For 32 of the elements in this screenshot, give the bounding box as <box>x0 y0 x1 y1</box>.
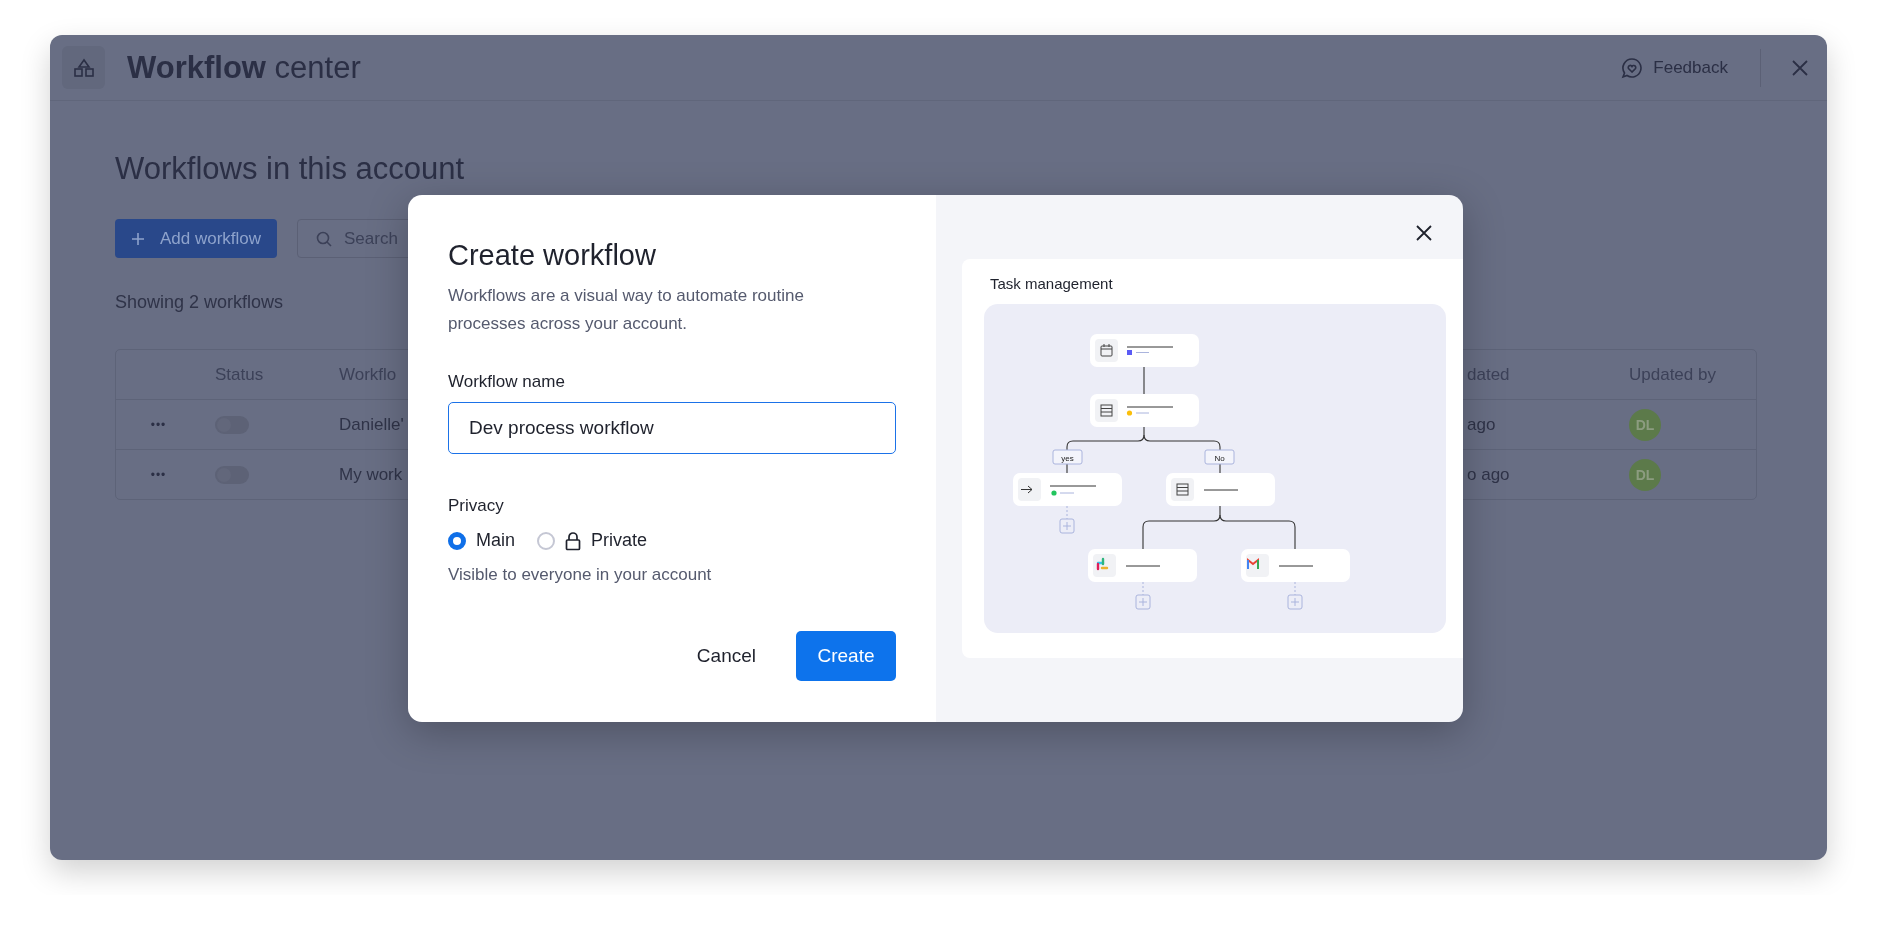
updated-time: ago <box>1467 414 1496 435</box>
search-icon <box>316 230 332 247</box>
dialog-title: Create workflow <box>448 239 657 272</box>
more-options-button[interactable]: ••• <box>150 417 167 432</box>
shapes-icon <box>72 57 95 78</box>
radio-button[interactable] <box>448 531 466 550</box>
field-label: Privacy <box>448 496 505 516</box>
more-options-button[interactable]: ••• <box>150 467 167 482</box>
privacy-radio-option[interactable]: Private <box>537 530 648 551</box>
field-label: Workflow name <box>448 372 566 392</box>
app-title: Workflow center <box>127 49 361 86</box>
page-heading: Workflows in this account <box>115 151 465 187</box>
create-button[interactable]: Create <box>796 631 896 681</box>
privacy-hint: Visible to everyone in your account <box>448 565 713 585</box>
radio-button[interactable] <box>537 531 555 550</box>
branch-label: yes <box>1061 453 1074 463</box>
cancel-button[interactable]: Cancel <box>676 631 776 681</box>
feedback-button[interactable]: Feedback <box>1621 56 1728 79</box>
workflow-name: Danielle' <box>339 414 404 435</box>
workflow-name: My work <box>339 464 403 485</box>
plus-icon <box>131 231 145 246</box>
updated-time: o ago <box>1467 464 1510 485</box>
lock-icon <box>565 530 581 551</box>
preview-title: Task management <box>989 275 1114 292</box>
close-icon[interactable] <box>1415 224 1433 242</box>
branch-label: No <box>1214 453 1225 463</box>
chat-heart-icon <box>1621 56 1644 79</box>
privacy-radio-option[interactable]: Main <box>448 530 515 551</box>
workflow-name-field[interactable]: Dev process workflow <box>448 402 896 454</box>
workflow-count: Showing 2 workflows <box>115 292 284 313</box>
add-workflow-button[interactable]: Add workflow <box>115 219 277 258</box>
dialog-description: Workflows are a visual way to automate routine processes across your account. <box>448 285 805 335</box>
